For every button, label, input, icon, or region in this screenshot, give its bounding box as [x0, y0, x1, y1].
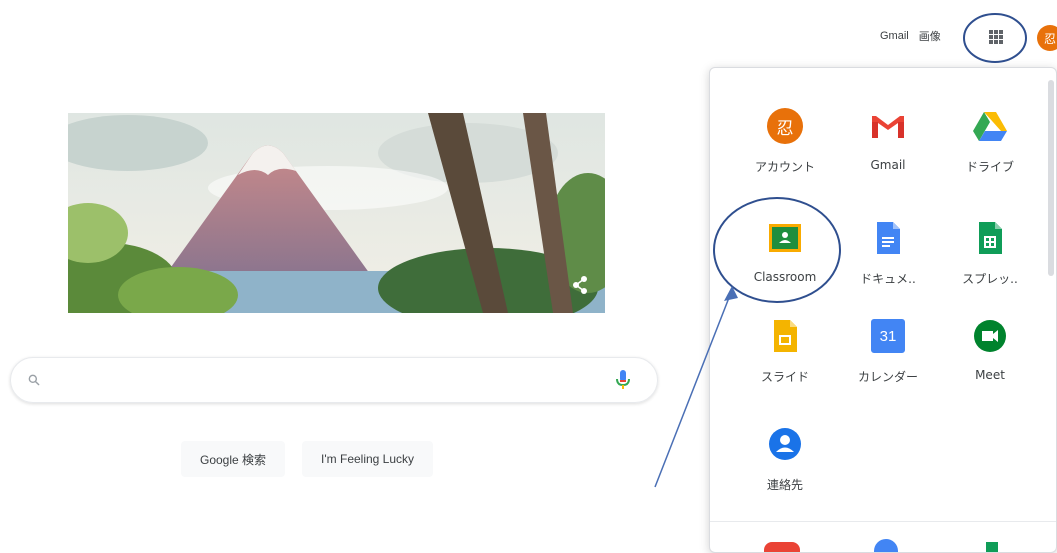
app-classroom[interactable]: Classroom	[735, 218, 835, 314]
app-gmail[interactable]: Gmail	[838, 106, 938, 202]
app-sheets[interactable]: スプレッ..	[940, 218, 1040, 314]
partial-app-icon-sheets[interactable]	[986, 542, 998, 552]
app-label: スプレッ..	[962, 272, 1018, 286]
calendar-icon: 31	[868, 316, 908, 356]
apps-grid-icon	[989, 30, 1003, 44]
slides-icon	[765, 316, 805, 356]
partial-app-icon-maps[interactable]	[874, 539, 898, 552]
google-apps-panel: 忍 アカウント Gmail ドライブ Classroom ドキュメ.. スプレッ…	[709, 67, 1057, 553]
images-link[interactable]: 画像	[919, 28, 941, 44]
app-label: スライド	[760, 370, 809, 384]
app-docs[interactable]: ドキュメ..	[838, 218, 938, 314]
panel-scrollbar[interactable]	[1048, 80, 1054, 276]
app-meet[interactable]: Meet	[940, 316, 1040, 412]
docs-icon	[868, 218, 908, 258]
search-box	[10, 357, 658, 403]
partial-app-icon-youtube[interactable]	[764, 542, 800, 552]
app-contacts[interactable]: 連絡先	[735, 424, 835, 520]
doodle-illustration	[68, 113, 605, 313]
google-apps-button[interactable]	[978, 20, 1014, 54]
app-drive[interactable]: ドライブ	[940, 106, 1040, 202]
gmail-link[interactable]: Gmail	[880, 30, 909, 42]
voice-search-button[interactable]	[611, 368, 635, 392]
app-label: Classroom	[753, 270, 817, 284]
app-label: カレンダー	[857, 370, 918, 384]
app-label: Meet	[975, 368, 1005, 382]
google-search-button[interactable]: Google 検索	[181, 441, 286, 477]
panel-divider	[710, 521, 1056, 522]
contacts-icon	[765, 424, 805, 464]
search-buttons: Google 検索 I'm Feeling Lucky	[181, 441, 434, 477]
app-account[interactable]: 忍 アカウント	[735, 106, 835, 202]
drive-icon	[970, 106, 1010, 146]
app-label: アカウント	[754, 160, 815, 174]
classroom-icon	[765, 218, 805, 258]
app-label: ドキュメ..	[860, 272, 916, 286]
google-doodle[interactable]	[68, 113, 605, 313]
app-label: 連絡先	[766, 478, 803, 492]
top-links: Gmail 画像	[880, 28, 941, 44]
app-label: ドライブ	[965, 160, 1014, 174]
gmail-icon	[868, 106, 908, 146]
search-icon	[28, 374, 40, 386]
microphone-icon	[616, 370, 630, 389]
meet-icon	[970, 316, 1010, 356]
feeling-lucky-button[interactable]: I'm Feeling Lucky	[302, 441, 434, 477]
account-icon: 忍	[765, 106, 805, 146]
sheets-icon	[970, 218, 1010, 258]
account-avatar[interactable]: 忍	[1037, 25, 1057, 51]
app-label: Gmail	[870, 158, 906, 172]
app-slides[interactable]: スライド	[735, 316, 835, 412]
search-input[interactable]	[53, 371, 611, 389]
app-calendar[interactable]: 31 カレンダー	[838, 316, 938, 412]
